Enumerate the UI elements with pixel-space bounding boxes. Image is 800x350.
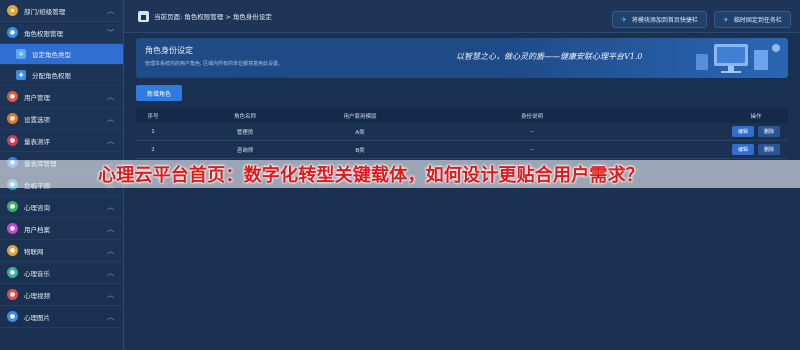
sidebar-item-consult[interactable]: ● 心理咨询 ︿ <box>0 196 123 218</box>
home-icon <box>138 10 149 22</box>
column-header: 操作 <box>750 113 762 120</box>
sidebar-item-video[interactable]: ● 心理视频 ︿ <box>0 284 123 306</box>
role-description: -- <box>530 146 534 153</box>
image-icon: ● <box>7 311 18 322</box>
pin-to-taskbar-button[interactable]: ✈ 临时固定到任务栏 <box>714 11 791 28</box>
sidebar-item-test[interactable]: ● 量表测评 ︿ <box>0 130 123 152</box>
delete-button[interactable]: 删除 <box>757 144 780 155</box>
column-header: 用户套用模版 <box>343 113 377 120</box>
sidebar-item-role[interactable]: ● 角色权限管理 ﹀ <box>0 22 123 44</box>
sidebar-item-label: 心理音乐 <box>24 269 50 278</box>
sidebar-item-label: 部门/班级管理 <box>24 7 66 16</box>
video-icon: ● <box>7 289 18 300</box>
sidebar-item-archive[interactable]: ● 用户档案 ︿ <box>0 218 123 240</box>
add-to-quickbar-button[interactable]: ✈ 将模块添加到首页快捷栏 <box>612 11 707 28</box>
role-table: 序号 角色名称 用户套用模版 身份说明 操作 1 管理员 A类 -- 编辑 删除… <box>136 108 788 159</box>
chevron-down-icon: ﹀ <box>107 29 114 37</box>
sidebar-item-assign-permission[interactable]: ✚ 分配角色权限 <box>0 65 123 86</box>
chevron-up-icon: ︿ <box>107 225 114 233</box>
sidebar-item-label: 心理图片 <box>24 313 50 322</box>
sidebar-item-label: 分配角色权限 <box>32 72 71 80</box>
sidebar-item-org[interactable]: ▪ 部门/班级管理 ︿ <box>0 0 123 22</box>
page-banner: 角色身份设定 管理本系统内的用户角色, 区域内所有的单位都将复用此设置。 以智慧… <box>136 38 788 78</box>
sidebar-item-iot[interactable]: ● 物联网 ︿ <box>0 240 123 262</box>
chevron-up-icon: ︿ <box>107 115 114 123</box>
breadcrumb: 当前页面: 角色权限管理 > 角色身份设定 <box>154 13 272 21</box>
row-index: 1 <box>151 128 155 135</box>
column-header: 身份说明 <box>520 113 543 120</box>
chevron-up-icon: ︿ <box>107 291 114 299</box>
sidebar-item-label: 心理视频 <box>24 291 50 300</box>
consult-icon: ● <box>7 201 18 212</box>
sidebar-item-label: 设置选项 <box>24 115 50 124</box>
archive-icon: ● <box>7 223 18 234</box>
sidebar-item-users[interactable]: ● 用户管理 ︿ <box>0 86 123 108</box>
sidebar-item-image[interactable]: ● 心理图片 ︿ <box>0 306 123 328</box>
settings-icon: ● <box>7 113 18 124</box>
chevron-up-icon: ︿ <box>107 7 114 15</box>
role-description: -- <box>530 128 534 135</box>
chevron-up-icon: ︿ <box>107 269 114 277</box>
banner-illustration <box>696 44 780 73</box>
table-header: 序号 角色名称 用户套用模版 身份说明 操作 <box>136 108 788 123</box>
org-icon: ▪ <box>7 5 18 16</box>
table-row: 1 管理员 A类 -- 编辑 删除 <box>136 123 788 141</box>
sidebar-item-label: 设定角色类型 <box>32 51 71 59</box>
sidebar-item-label: 物联网 <box>24 247 44 256</box>
puzzle-icon: ✚ <box>16 70 26 80</box>
role-name: 管理员 <box>236 129 254 136</box>
pin-to-taskbar-label: 临时固定到任务栏 <box>733 17 782 24</box>
chevron-up-icon: ︿ <box>107 137 114 145</box>
row-actions: 编辑 删除 <box>664 126 788 137</box>
add-to-quickbar-label: 将模块添加到首页快捷栏 <box>631 17 698 24</box>
user-icon: ● <box>7 91 18 102</box>
sidebar-item-settings[interactable]: ● 设置选项 ︿ <box>0 108 123 130</box>
chevron-up-icon: ︿ <box>107 313 114 321</box>
edit-button[interactable]: 编辑 <box>731 126 754 137</box>
role-icon: ● <box>7 27 18 38</box>
edit-button[interactable]: 编辑 <box>731 144 754 155</box>
column-header: 序号 <box>147 113 159 120</box>
chevron-up-icon: ︿ <box>107 203 114 211</box>
test-icon: ● <box>7 135 18 146</box>
role-name: 咨询师 <box>236 147 254 154</box>
sidebar-item-label: 用户档案 <box>24 225 50 234</box>
sidebar-item-music[interactable]: ● 心理音乐 ︿ <box>0 262 123 284</box>
add-role-button[interactable]: 新增角色 <box>136 85 182 101</box>
sidebar-item-label: 心理咨询 <box>24 203 50 212</box>
iot-icon: ● <box>7 245 18 256</box>
chevron-up-icon: ︿ <box>107 93 114 101</box>
music-icon: ● <box>7 267 18 278</box>
sidebar-item-label: 角色权限管理 <box>24 29 63 38</box>
table-row: 2 咨询师 B类 -- 编辑 删除 <box>136 141 788 159</box>
role-template: B类 <box>355 147 365 154</box>
row-index: 2 <box>151 146 155 153</box>
topbar: 当前页面: 角色权限管理 > 角色身份设定 ✈ 将模块添加到首页快捷栏 ✈ 临时… <box>124 0 800 33</box>
page-title: 角色身份设定 <box>145 46 193 55</box>
headline-overlay-text: 心理云平台首页：数字化转型关键载体，如何设计更贴合用户需求？ <box>98 165 644 186</box>
gear-icon: ✲ <box>16 49 26 59</box>
pin-icon: ✈ <box>621 15 627 24</box>
sidebar-item-set-role-type[interactable]: ✲ 设定角色类型 <box>0 44 123 65</box>
sidebar-item-label: 量表测评 <box>24 137 50 146</box>
delete-button[interactable]: 删除 <box>757 126 780 137</box>
page-description: 管理本系统内的用户角色, 区域内所有的单位都将复用此设置。 <box>145 61 284 67</box>
column-header: 角色名称 <box>233 113 256 120</box>
row-actions: 编辑 删除 <box>664 144 788 155</box>
chevron-up-icon: ︿ <box>107 247 114 255</box>
pin-icon: ✈ <box>723 15 729 24</box>
sidebar-item-label: 用户管理 <box>24 93 50 102</box>
role-template: A类 <box>355 129 365 136</box>
banner-slogan: 以智慧之心，做心灵的盾——健康安联心理平台V1.0 <box>456 52 643 61</box>
